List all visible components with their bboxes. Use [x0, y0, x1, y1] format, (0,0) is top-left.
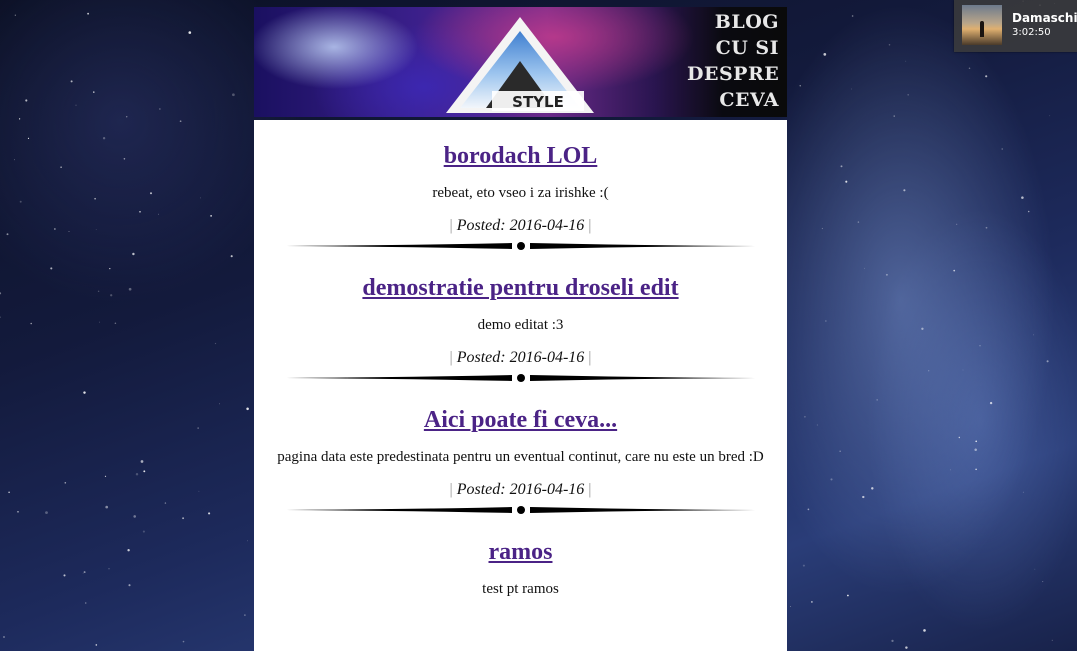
avatar: [962, 5, 1002, 45]
post-date: Posted: 2016-04-16: [456, 349, 585, 366]
post-body: demo editat :3: [477, 317, 564, 333]
post-title-link[interactable]: borodach LOL: [444, 142, 598, 170]
post-item: demostratie pentru droseli edit demo edi…: [254, 252, 787, 384]
post-meta: | Posted: 2016-04-16 |: [254, 216, 787, 236]
person-silhouette-icon: [980, 21, 984, 37]
ornamental-divider: [285, 374, 756, 382]
meta-separator: |: [588, 217, 592, 234]
page-container: STYLE BLOG CU SI DESPRE CEVA borodach LO…: [254, 7, 787, 651]
post-body: pagina data este predestinata pentru un …: [277, 449, 764, 465]
post-item: ramos test pt ramos: [254, 516, 787, 598]
tagline-line: CEVA: [719, 89, 779, 111]
banner-tagline: BLOG CU SI DESPRE CEVA: [687, 9, 779, 113]
meta-separator: |: [449, 349, 453, 366]
post-item: borodach LOL rebeat, eto vseo i za irish…: [254, 120, 787, 252]
ornamental-divider: [285, 242, 756, 250]
post-item: Aici poate fi ceva... pagina data este p…: [254, 384, 787, 516]
post-body: test pt ramos: [482, 581, 559, 597]
meta-separator: |: [588, 481, 592, 498]
notification-time: 3:02:50: [1012, 27, 1051, 38]
post-title-link[interactable]: demostratie pentru droseli edit: [362, 274, 678, 302]
tagline-line: BLOG: [714, 11, 779, 33]
triangle-logo-icon: STYLE: [446, 17, 594, 113]
post-body: rebeat, eto vseo i za irishke :(: [432, 185, 609, 201]
tagline-line: CU SI: [715, 37, 779, 59]
header-banner[interactable]: STYLE BLOG CU SI DESPRE CEVA: [254, 7, 787, 117]
post-date: Posted: 2016-04-16: [456, 217, 585, 234]
post-meta: | Posted: 2016-04-16 |: [254, 348, 787, 368]
logo-text: STYLE: [512, 93, 564, 111]
user-notification[interactable]: Damaschin 3:02:50: [954, 0, 1077, 52]
ornamental-divider: [285, 506, 756, 514]
meta-separator: |: [449, 217, 453, 234]
post-title-link[interactable]: Aici poate fi ceva...: [424, 406, 617, 434]
meta-separator: |: [449, 481, 453, 498]
notification-username: Damaschin: [1012, 11, 1077, 25]
posts-list: borodach LOL rebeat, eto vseo i za irish…: [254, 120, 787, 651]
tagline-line: DESPRE: [687, 63, 780, 85]
post-title-link[interactable]: ramos: [489, 538, 553, 566]
meta-separator: |: [588, 349, 592, 366]
post-date: Posted: 2016-04-16: [456, 481, 585, 498]
post-meta: | Posted: 2016-04-16 |: [254, 480, 787, 500]
